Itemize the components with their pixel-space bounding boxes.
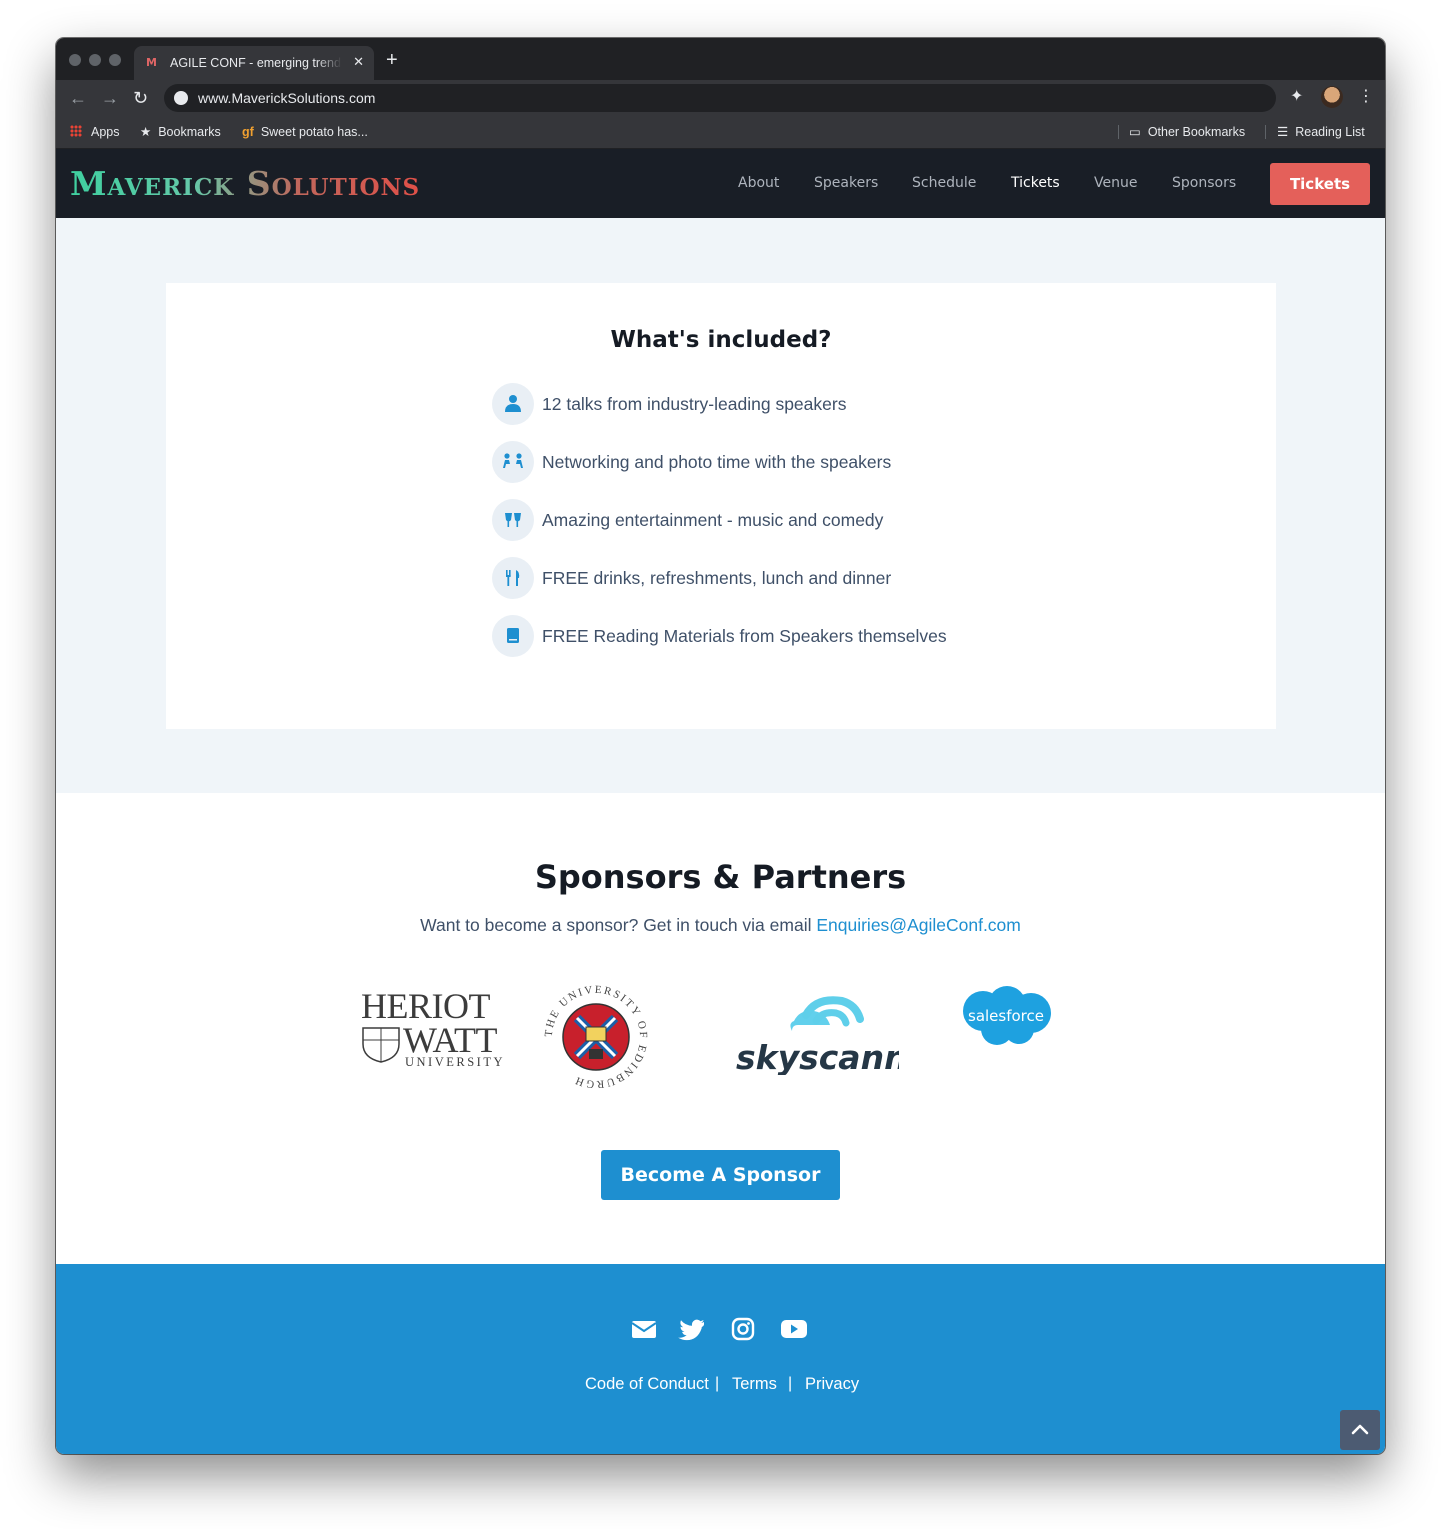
bookmark-bookmarks-label: Bookmarks (158, 125, 221, 139)
minimize-window-button[interactable] (89, 54, 101, 66)
profile-avatar[interactable] (1321, 86, 1343, 108)
browser-toolbar: ← → ↻ www.MaverickSolutions.com ✦ ⋮ (56, 80, 1385, 116)
book-icon (492, 615, 534, 657)
back-icon[interactable]: ← (69, 88, 87, 108)
heriot-watt-line-3: UNIVERSITY (405, 1055, 505, 1069)
bookmark-apps[interactable]: Apps (70, 124, 120, 140)
new-tab-icon[interactable]: + (386, 50, 398, 70)
twitter-icon[interactable] (678, 1317, 706, 1341)
gf-favicon-icon: gf (242, 125, 254, 139)
heriot-watt-line-1: HERIOT (361, 986, 490, 1026)
included-section: What's included? 12 talks from industry-… (56, 218, 1385, 793)
feature-text: Networking and photo time with the speak… (542, 452, 892, 472)
become-sponsor-button[interactable]: Become A Sponsor (601, 1150, 840, 1200)
apps-grid-icon (70, 125, 82, 137)
menu-kebab-icon[interactable]: ⋮ (1358, 87, 1374, 107)
reload-icon[interactable]: ↻ (133, 88, 148, 108)
glasses-cheers-icon (492, 499, 534, 541)
footer-separator: | (788, 1375, 793, 1392)
sponsors-section: Sponsors & Partners Want to become a spo… (56, 793, 1385, 1264)
website: Maverick Solutions About Speakers Schedu… (56, 149, 1385, 1454)
bookmarks-bar: Apps ★ Bookmarks gf Sweet potato has... ▭ O… (56, 116, 1385, 149)
nav-link-sponsors[interactable]: Sponsors (1172, 174, 1236, 192)
sponsors-title: Sponsors & Partners (534, 858, 907, 896)
envelope-icon[interactable] (630, 1317, 658, 1341)
feature-text: FREE Reading Materials from Speakers the… (542, 626, 947, 646)
bookmark-sweet-potato[interactable]: gf Sweet potato has... (242, 124, 368, 140)
site-header: Maverick Solutions About Speakers Schedu… (56, 149, 1385, 218)
maximize-window-button[interactable] (109, 54, 121, 66)
youtube-icon[interactable] (780, 1317, 808, 1341)
footer-link-code-of-conduct[interactable]: Code of Conduct (585, 1374, 709, 1394)
edinburgh-logo[interactable]: THE UNIVERSITY OF EDINBURGH (544, 985, 648, 1089)
tickets-cta-button[interactable]: Tickets (1270, 163, 1370, 205)
site-logo[interactable]: Maverick Solutions (70, 163, 420, 205)
footer-link-terms[interactable]: Terms (732, 1374, 777, 1394)
bookmark-bookmarks[interactable]: ★ Bookmarks (140, 124, 221, 140)
bookmark-other[interactable]: ▭ Other Bookmarks (1129, 124, 1245, 140)
folder-icon: ▭ (1129, 125, 1141, 139)
forward-icon[interactable]: → (101, 88, 119, 108)
chevron-up-icon (1351, 1424, 1369, 1435)
bookmark-sweet-potato-label: Sweet potato has... (260, 125, 368, 139)
bookmark-reading-list-label: Reading List (1295, 125, 1365, 139)
site-footer: Code of Conduct | Terms | Privacy (56, 1264, 1385, 1454)
tab-strip: M AGILE CONF - emerging trends ✕ + (56, 38, 1385, 80)
heriot-watt-line-2: WATT (403, 1020, 497, 1060)
sponsors-email-link[interactable]: Enquiries@AgileConf.com (816, 915, 1021, 935)
bookmark-apps-label: Apps (91, 125, 120, 139)
speaker-icon (492, 383, 534, 425)
bookmark-reading-list[interactable]: ☰ Reading List (1277, 124, 1365, 140)
nav-link-venue[interactable]: Venue (1094, 174, 1137, 192)
nav-link-about[interactable]: About (738, 174, 779, 192)
salesforce-logo-text: salesforce (968, 1007, 1044, 1025)
heriot-watt-crest-icon (362, 1027, 400, 1063)
nav-link-tickets[interactable]: Tickets (1011, 174, 1060, 192)
url-text: www.MaverickSolutions.com (198, 90, 376, 106)
close-window-button[interactable] (69, 54, 81, 66)
nav-link-schedule[interactable]: Schedule (912, 174, 976, 192)
tab-title: AGILE CONF - emerging trends (170, 56, 342, 70)
bookmarks-divider (1118, 125, 1119, 139)
skyscanner-logo[interactable]: skyscanner (734, 985, 899, 1075)
instagram-icon[interactable] (729, 1317, 757, 1341)
reading-list-icon: ☰ (1277, 125, 1289, 139)
footer-link-privacy[interactable]: Privacy (805, 1374, 859, 1394)
site-info-icon[interactable] (174, 91, 188, 105)
people-networking-icon (492, 441, 534, 483)
extensions-icon[interactable]: ✦ (1290, 87, 1303, 107)
address-bar[interactable]: www.MaverickSolutions.com (164, 84, 1276, 112)
salesforce-logo[interactable]: salesforce (959, 985, 1054, 1051)
skyscanner-logo-text: skyscanner (736, 1038, 899, 1075)
tab-close-icon[interactable]: ✕ (353, 54, 364, 70)
feature-text: FREE drinks, refreshments, lunch and din… (542, 568, 892, 588)
included-title: What's included? (610, 327, 832, 353)
included-card: What's included? 12 talks from industry-… (166, 283, 1276, 729)
sponsors-intro: Want to become a sponsor? Get in touch v… (56, 914, 1385, 936)
browser-window: M AGILE CONF - emerging trends ✕ + ← → ↻… (56, 38, 1385, 1454)
nav-link-speakers[interactable]: Speakers (814, 174, 878, 192)
browser-tab[interactable]: M AGILE CONF - emerging trends ✕ (134, 46, 374, 80)
utensils-icon (492, 557, 534, 599)
star-icon: ★ (140, 125, 152, 139)
scroll-to-top-button[interactable] (1340, 1410, 1380, 1450)
feature-text: Amazing entertainment - music and comedy (542, 510, 884, 530)
feature-text: 12 talks from industry-leading speakers (542, 394, 847, 414)
heriot-watt-logo[interactable]: HERIOT WATT UNIVERSITY (361, 988, 511, 1068)
sponsors-intro-text: Want to become a sponsor? Get in touch v… (420, 915, 812, 935)
bookmarks-divider (1265, 125, 1266, 139)
tab-favicon-icon: M (146, 56, 157, 69)
bookmark-other-label: Other Bookmarks (1147, 125, 1246, 139)
footer-separator: | (715, 1375, 720, 1392)
